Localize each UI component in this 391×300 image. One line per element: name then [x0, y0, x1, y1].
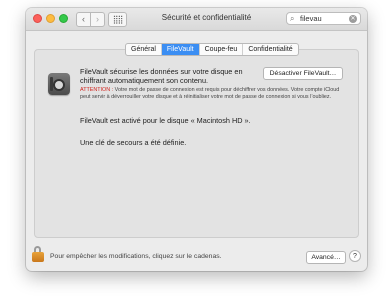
lock-hint-text: Pour empêcher les modifications, cliquez… [50, 253, 222, 260]
warning-label: ATTENTION : [80, 87, 114, 93]
recovery-key-status: Une clé de secours a été définie. [80, 138, 187, 147]
filevault-panel: FileVault sécurise les données sur votre… [34, 49, 359, 238]
clear-search-icon[interactable]: ✕ [349, 15, 357, 23]
close-window-button[interactable] [33, 14, 42, 23]
lock-body [32, 252, 44, 262]
tab-firewall[interactable]: Coupe-feu [200, 44, 244, 55]
window-title: Sécurité et confidentialité [161, 13, 252, 22]
title-bar: ‹ › ⣿⣿ Sécurité et confidentialité ⌕ fil… [26, 8, 367, 31]
advanced-button[interactable]: Avancé… [306, 251, 346, 264]
warning-text: Votre mot de passe de connexion est requ… [80, 87, 340, 100]
minimize-window-button[interactable] [46, 14, 55, 23]
zoom-window-button[interactable] [59, 14, 68, 23]
tab-general[interactable]: Général [126, 44, 162, 55]
back-button[interactable]: ‹ [76, 12, 91, 27]
search-field[interactable]: ⌕ filevau ✕ [286, 12, 361, 25]
show-all-grid-icon[interactable]: ⣿⣿ [108, 12, 127, 27]
filevault-description: FileVault sécurise les données sur votre… [80, 67, 243, 85]
forward-button[interactable]: › [90, 12, 105, 27]
search-input[interactable]: filevau [300, 14, 322, 23]
help-button[interactable]: ? [349, 250, 361, 262]
deactivate-filevault-button[interactable]: Désactiver FileVault… [263, 67, 343, 80]
filevault-status: FileVault est activé pour le disque « Ma… [80, 116, 251, 125]
preferences-window: ‹ › ⣿⣿ Sécurité et confidentialité ⌕ fil… [26, 8, 367, 271]
tab-filevault[interactable]: FileVault [161, 44, 200, 55]
safe-dial [53, 79, 65, 91]
filevault-warning: ATTENTION : Votre mot de passe de connex… [80, 87, 350, 101]
lock-icon[interactable] [32, 246, 44, 263]
search-icon: ⌕ [290, 14, 295, 23]
filevault-safe-icon [48, 73, 70, 95]
tab-privacy[interactable]: Confidentialité [243, 44, 297, 55]
tab-bar: Général FileVault Coupe-feu Confidential… [125, 43, 299, 56]
footer-bar: Pour empêcher les modifications, cliquez… [26, 240, 367, 271]
